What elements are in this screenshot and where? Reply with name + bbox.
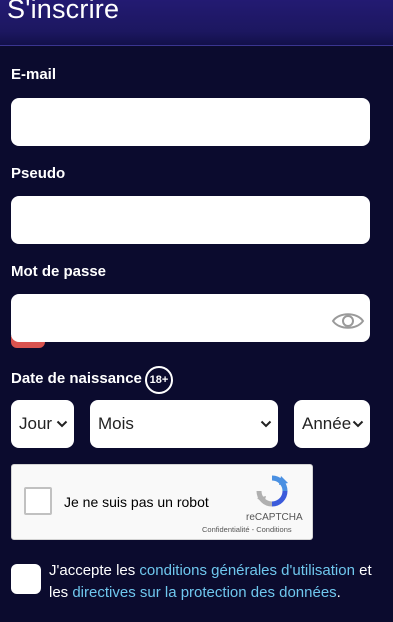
chevron-down-icon (352, 420, 364, 428)
recaptcha-links: Confidentialité - Conditions (202, 525, 292, 534)
username-label: Pseudo (11, 165, 66, 182)
recaptcha-terms-link[interactable]: Conditions (256, 525, 291, 534)
privacy-policy-link[interactable]: directives sur la protection des données (72, 584, 336, 601)
password-field[interactable] (11, 294, 370, 342)
agreement-text-3: . (336, 584, 341, 601)
age-18-badge: 18+ (145, 366, 173, 394)
terms-agreement-text: J'accepte les conditions générales d'uti… (49, 560, 379, 604)
recaptcha-checkbox[interactable] (24, 487, 52, 515)
chevron-down-icon (260, 420, 272, 428)
show-password-eye-icon[interactable] (331, 309, 365, 333)
agreement-text-1: J'accepte les (49, 562, 140, 579)
email-label: E-mail (11, 66, 57, 83)
chevron-down-icon (56, 420, 68, 428)
username-field[interactable] (11, 196, 370, 244)
day-select[interactable]: Jour (11, 400, 74, 448)
month-select[interactable]: Mois (90, 400, 278, 448)
birthdate-label: Date de naissance (11, 370, 142, 387)
recaptcha-widget: Je ne suis pas un robot reCAPTCHA Confid… (11, 464, 313, 540)
page-header: S'inscrire (0, 0, 393, 46)
email-field[interactable] (11, 98, 370, 146)
month-select-value: Mois (98, 414, 134, 433)
recaptcha-privacy-link[interactable]: Confidentialité (202, 525, 250, 534)
page-title: S'inscrire (7, 0, 120, 24)
password-label: Mot de passe (11, 263, 107, 280)
recaptcha-label: Je ne suis pas un robot (64, 494, 209, 510)
day-select-value: Jour (19, 414, 53, 433)
year-select-value: Année (302, 414, 352, 433)
terms-checkbox[interactable] (11, 564, 41, 594)
recaptcha-logo-icon (256, 475, 288, 507)
year-select[interactable]: Année (294, 400, 370, 448)
recaptcha-brand: reCAPTCHA (246, 512, 303, 523)
terms-of-use-link[interactable]: conditions générales d'utilisation (139, 562, 355, 579)
